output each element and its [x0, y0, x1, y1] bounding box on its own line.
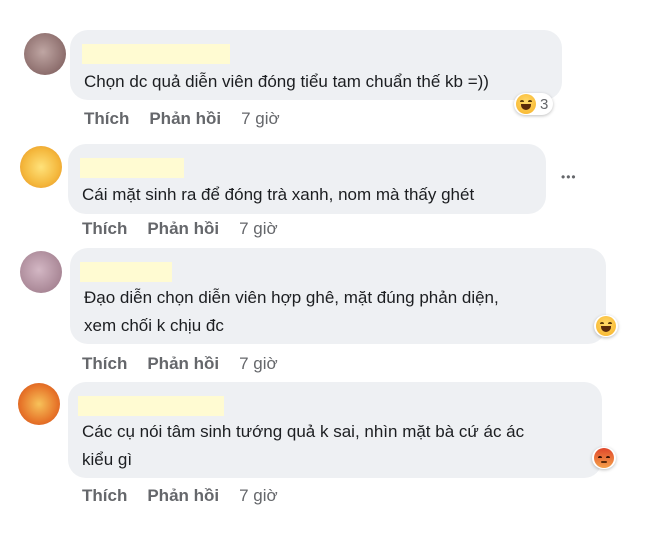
reaction-summary[interactable]: 3: [514, 93, 554, 115]
reaction-count: 3: [540, 95, 549, 113]
reaction-summary[interactable]: [594, 315, 618, 337]
timestamp[interactable]: 7 giờ: [241, 109, 280, 129]
comment-actions: Thích Phản hồi 7 giờ: [82, 219, 278, 239]
comment-text: Cái mặt sinh ra để đóng trà xanh, nom mà…: [82, 185, 475, 204]
timestamp[interactable]: 7 giờ: [239, 486, 278, 506]
comment-actions: Thích Phản hồi 7 giờ: [82, 486, 278, 506]
reaction-summary[interactable]: [592, 447, 616, 469]
author-name[interactable]: [80, 158, 184, 178]
comment-actions: Thích Phản hồi 7 giờ: [84, 109, 280, 129]
timestamp[interactable]: 7 giờ: [239, 354, 278, 374]
comment-actions: Thích Phản hồi 7 giờ: [82, 354, 278, 374]
avatar[interactable]: [20, 146, 62, 188]
avatar[interactable]: [18, 383, 60, 425]
comment-bubble: Đạo diễn chọn diễn viên hợp ghê, mặt đún…: [70, 248, 606, 344]
timestamp[interactable]: 7 giờ: [239, 219, 278, 239]
comment-text: Chọn dc quả diễn viên đóng tiểu tam chuẩ…: [84, 72, 489, 91]
avatar[interactable]: [24, 33, 66, 75]
comment-text: Các cụ nói tâm sinh tướng quả k sai, nhì…: [82, 422, 525, 469]
like-button[interactable]: Thích: [82, 486, 127, 506]
haha-icon: [516, 94, 536, 114]
angry-icon: [594, 448, 614, 468]
comment-bubble: Các cụ nói tâm sinh tướng quả k sai, nhì…: [68, 382, 602, 478]
author-name[interactable]: [78, 396, 224, 416]
reply-button[interactable]: Phản hồi: [147, 354, 219, 374]
avatar[interactable]: [20, 251, 62, 293]
reply-button[interactable]: Phản hồi: [147, 486, 219, 506]
comment-bubble: Cái mặt sinh ra để đóng trà xanh, nom mà…: [68, 144, 546, 214]
more-options-icon[interactable]: •••: [561, 170, 577, 184]
like-button[interactable]: Thích: [84, 109, 129, 129]
comment-text: Đạo diễn chọn diễn viên hợp ghê, mặt đún…: [84, 288, 499, 335]
like-button[interactable]: Thích: [82, 354, 127, 374]
reply-button[interactable]: Phản hồi: [147, 219, 219, 239]
like-button[interactable]: Thích: [82, 219, 127, 239]
author-name[interactable]: [82, 44, 230, 64]
reply-button[interactable]: Phản hồi: [149, 109, 221, 129]
haha-icon: [596, 316, 616, 336]
comment-bubble: Chọn dc quả diễn viên đóng tiểu tam chuẩ…: [70, 30, 562, 100]
author-name[interactable]: [80, 262, 172, 282]
